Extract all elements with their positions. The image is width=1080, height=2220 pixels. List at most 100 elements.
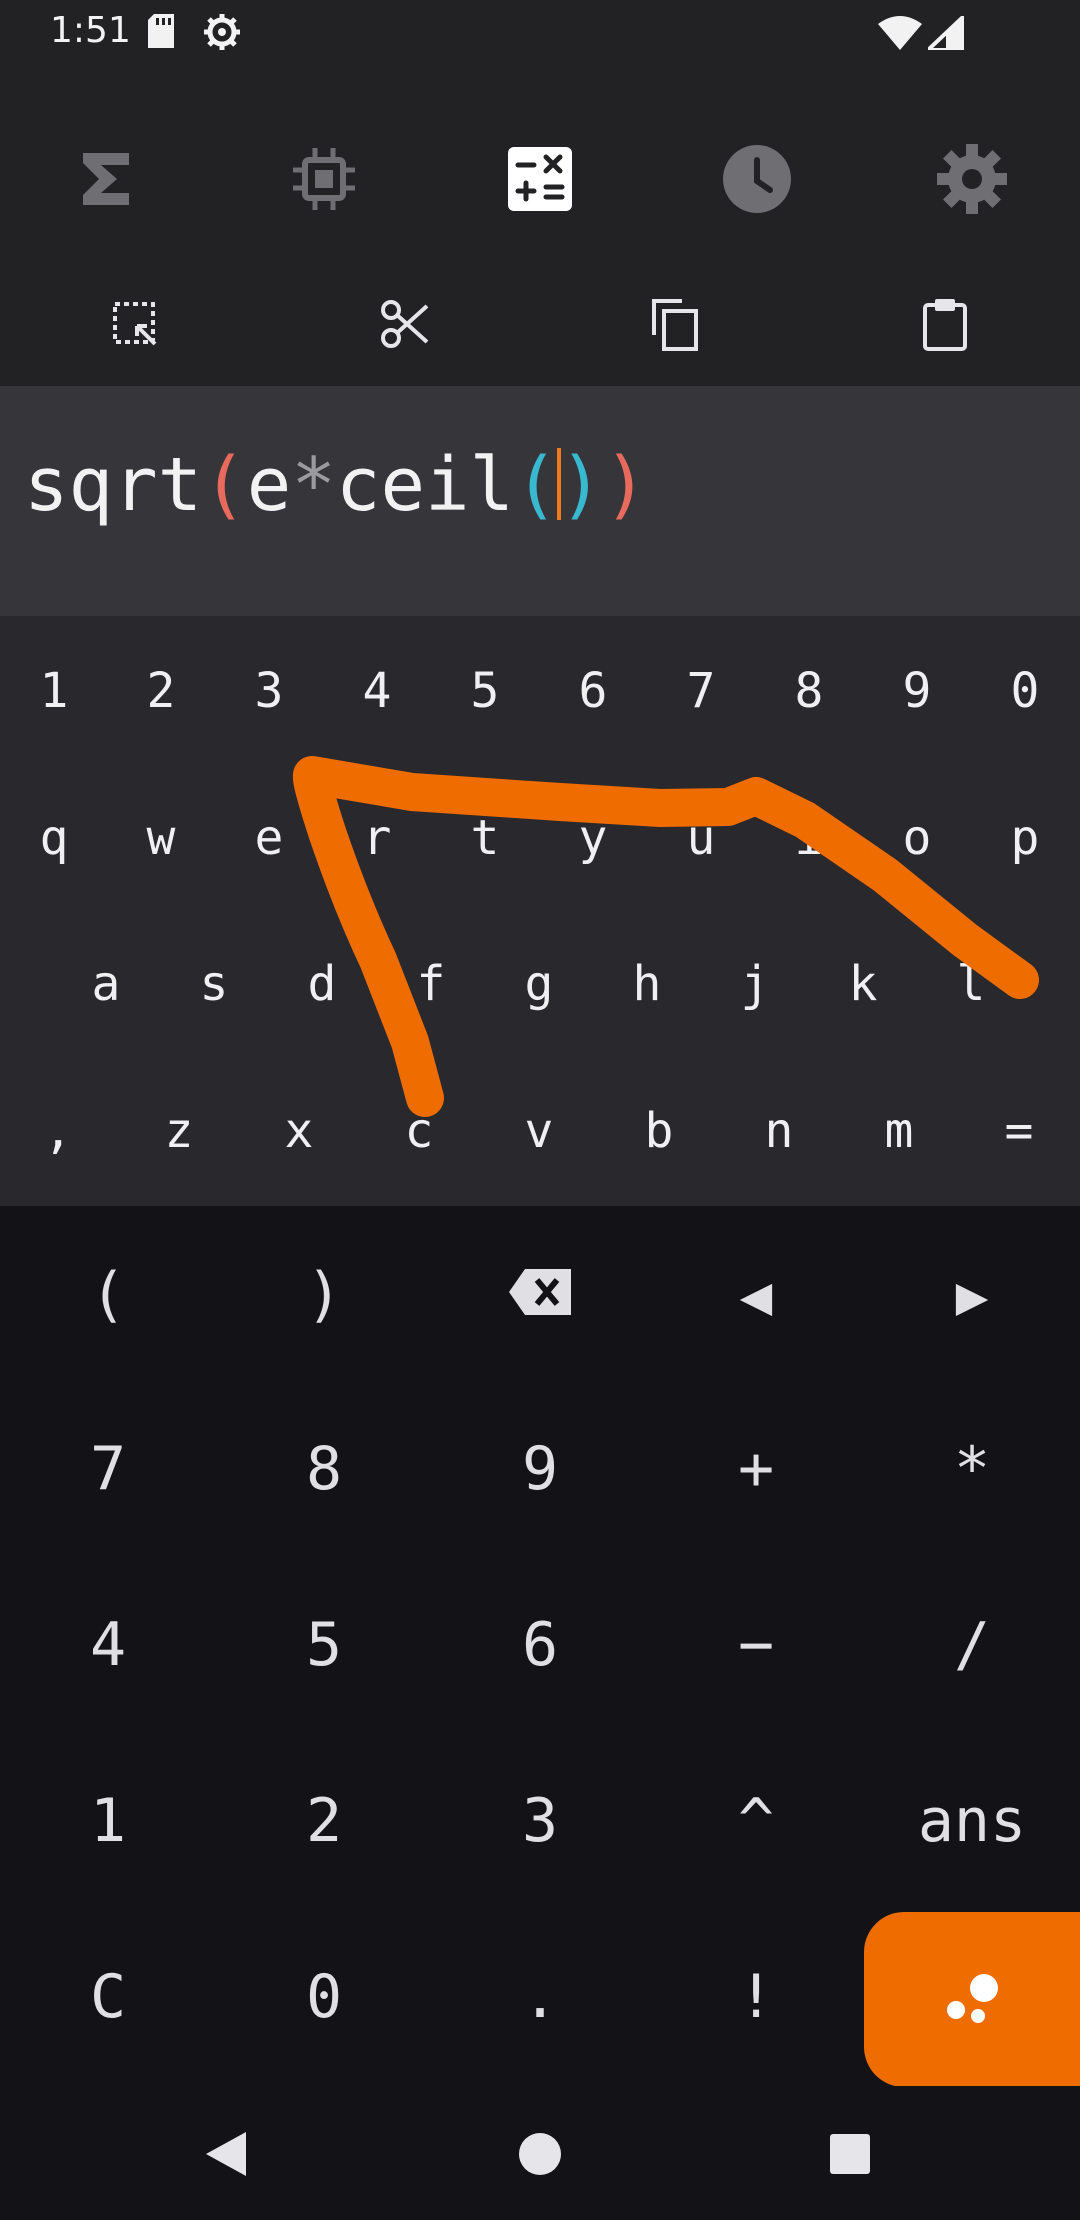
key-comma[interactable]: , bbox=[13, 1076, 103, 1186]
key-c[interactable]: c bbox=[374, 1076, 464, 1186]
key-digit-6[interactable]: 6 bbox=[548, 636, 638, 746]
key-n[interactable]: n bbox=[734, 1076, 824, 1186]
settings-gear-icon bbox=[937, 144, 1007, 218]
tab-programming[interactable] bbox=[279, 136, 369, 226]
status-bar: 1:51 bbox=[0, 0, 1080, 66]
key-minus[interactable]: − bbox=[656, 1570, 856, 1720]
sd-card-icon bbox=[146, 14, 176, 52]
select-all-button[interactable] bbox=[95, 286, 175, 366]
nav-home-button[interactable] bbox=[500, 2116, 580, 2196]
nav-recents-button[interactable] bbox=[810, 2116, 890, 2196]
key-4[interactable]: 4 bbox=[8, 1570, 208, 1720]
backspace-icon bbox=[509, 1260, 571, 1330]
key-digit-5[interactable]: 5 bbox=[440, 636, 530, 746]
key-divide[interactable]: / bbox=[872, 1570, 1072, 1720]
key-h[interactable]: h bbox=[602, 929, 692, 1039]
expr-token-sqrt: sqrt bbox=[24, 442, 203, 528]
calculator-icon bbox=[508, 147, 572, 215]
recents-square-icon bbox=[829, 2133, 871, 2179]
tab-history[interactable] bbox=[712, 136, 802, 226]
evaluate-button[interactable] bbox=[864, 1912, 1080, 2087]
backspace-button[interactable] bbox=[440, 1220, 640, 1370]
key-3[interactable]: 3 bbox=[440, 1746, 640, 1896]
key-y[interactable]: y bbox=[548, 783, 638, 893]
key-o[interactable]: o bbox=[872, 783, 962, 893]
expr-token-close-paren-inner: ) bbox=[558, 442, 604, 528]
key-ans[interactable]: ans bbox=[872, 1746, 1072, 1896]
key-open-paren[interactable]: ( bbox=[8, 1220, 208, 1370]
cut-button[interactable] bbox=[365, 286, 445, 366]
home-circle-icon bbox=[518, 2132, 562, 2180]
cursor-left-button[interactable]: ◀ bbox=[656, 1220, 856, 1370]
key-8[interactable]: 8 bbox=[224, 1394, 424, 1544]
expression-display[interactable]: sqrt(e*ceil()) bbox=[0, 386, 1080, 616]
key-e[interactable]: e bbox=[224, 783, 314, 893]
status-time: 1:51 bbox=[50, 10, 131, 51]
key-m[interactable]: m bbox=[854, 1076, 944, 1186]
expression-input[interactable]: sqrt(e*ceil()) bbox=[24, 448, 648, 522]
key-q[interactable]: q bbox=[9, 783, 99, 893]
key-s[interactable]: s bbox=[169, 929, 259, 1039]
key-digit-1[interactable]: 1 bbox=[9, 636, 99, 746]
tab-functions[interactable] bbox=[62, 136, 152, 226]
key-z[interactable]: z bbox=[134, 1076, 224, 1186]
copy-button[interactable] bbox=[635, 286, 715, 366]
letter-keyboard: 1 2 3 4 5 6 7 8 9 0 q w e r t y u i o p … bbox=[0, 616, 1080, 1206]
key-p[interactable]: p bbox=[980, 783, 1070, 893]
key-2[interactable]: 2 bbox=[224, 1746, 424, 1896]
key-k[interactable]: k bbox=[818, 929, 908, 1039]
key-v[interactable]: v bbox=[494, 1076, 584, 1186]
key-clear[interactable]: C bbox=[8, 1922, 208, 2072]
select-all-icon bbox=[111, 300, 159, 352]
key-u[interactable]: u bbox=[656, 783, 746, 893]
key-plus[interactable]: + bbox=[656, 1394, 856, 1544]
key-6[interactable]: 6 bbox=[440, 1570, 640, 1720]
key-a[interactable]: a bbox=[61, 929, 151, 1039]
expr-token-e: e bbox=[246, 442, 292, 528]
key-7[interactable]: 7 bbox=[8, 1394, 208, 1544]
key-equals[interactable]: = bbox=[974, 1076, 1064, 1186]
key-digit-3[interactable]: 3 bbox=[224, 636, 314, 746]
back-triangle-icon bbox=[204, 2130, 248, 2182]
key-t[interactable]: t bbox=[440, 783, 530, 893]
key-digit-9[interactable]: 9 bbox=[872, 636, 962, 746]
key-power[interactable]: ^ bbox=[656, 1746, 856, 1896]
key-b[interactable]: b bbox=[614, 1076, 704, 1186]
key-j[interactable]: j bbox=[710, 929, 800, 1039]
graph-nodes-icon bbox=[944, 1972, 1004, 2028]
settings-sync-icon bbox=[202, 12, 242, 56]
key-digit-7[interactable]: 7 bbox=[656, 636, 746, 746]
key-digit-2[interactable]: 2 bbox=[116, 636, 206, 746]
key-r[interactable]: r bbox=[332, 783, 422, 893]
key-9[interactable]: 9 bbox=[440, 1394, 640, 1544]
key-f[interactable]: f bbox=[386, 929, 476, 1039]
paste-button[interactable] bbox=[905, 286, 985, 366]
tab-settings[interactable] bbox=[927, 136, 1017, 226]
key-l[interactable]: l bbox=[926, 929, 1016, 1039]
key-x[interactable]: x bbox=[254, 1076, 344, 1186]
expr-token-close-paren-outer: ) bbox=[603, 442, 648, 528]
key-d[interactable]: d bbox=[277, 929, 367, 1039]
expr-token-multiply: * bbox=[291, 442, 336, 528]
key-digit-0[interactable]: 0 bbox=[980, 636, 1070, 746]
key-multiply[interactable]: * bbox=[872, 1394, 1072, 1544]
cursor-right-button[interactable]: ▶ bbox=[872, 1220, 1072, 1370]
history-icon bbox=[722, 144, 792, 218]
key-g[interactable]: g bbox=[494, 929, 584, 1039]
key-factorial[interactable]: ! bbox=[656, 1922, 856, 2072]
key-i[interactable]: i bbox=[764, 783, 854, 893]
key-5[interactable]: 5 bbox=[224, 1570, 424, 1720]
tab-calculator[interactable] bbox=[495, 136, 585, 226]
key-digit-8[interactable]: 8 bbox=[764, 636, 854, 746]
key-1[interactable]: 1 bbox=[8, 1746, 208, 1896]
key-decimal[interactable]: . bbox=[440, 1922, 640, 2072]
cut-icon bbox=[379, 298, 431, 354]
mode-tabs bbox=[0, 66, 1080, 266]
key-digit-4[interactable]: 4 bbox=[332, 636, 422, 746]
key-w[interactable]: w bbox=[116, 783, 206, 893]
key-close-paren[interactable]: ) bbox=[224, 1220, 424, 1370]
nav-back-button[interactable] bbox=[186, 2116, 266, 2196]
wifi-icon bbox=[878, 16, 922, 54]
key-0[interactable]: 0 bbox=[224, 1922, 424, 2072]
chip-icon bbox=[291, 146, 357, 216]
